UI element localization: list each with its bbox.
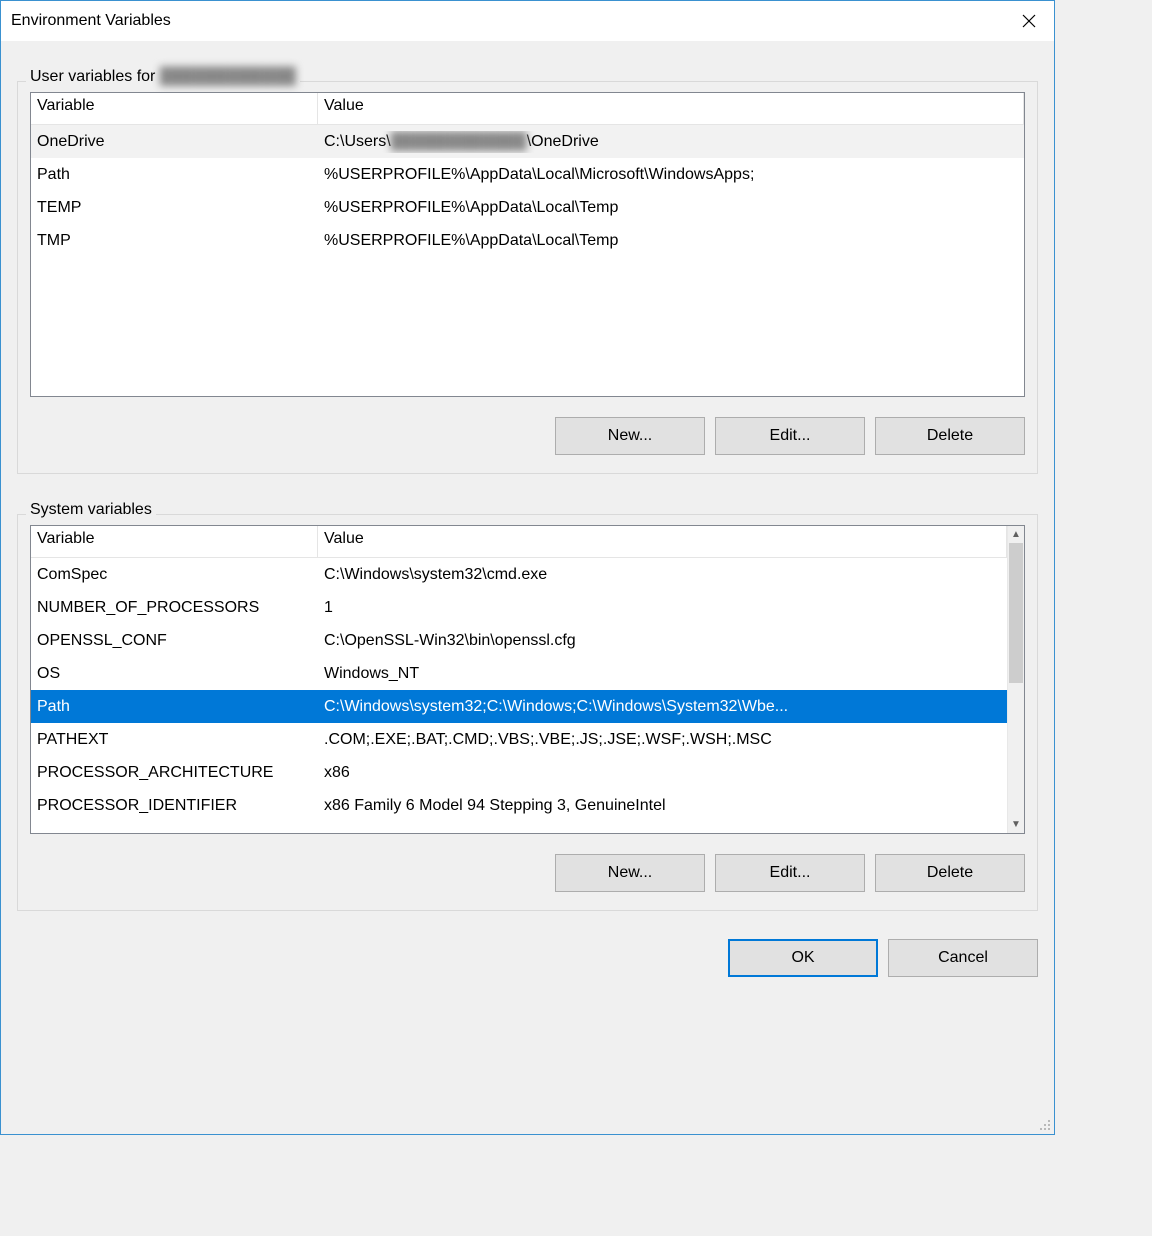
env-vars-dialog: Environment Variables User variables for… bbox=[0, 0, 1055, 1135]
user-list-header: Variable Value bbox=[31, 93, 1024, 125]
row-variable: Path bbox=[31, 696, 318, 718]
scroll-track[interactable] bbox=[1008, 543, 1024, 816]
close-icon bbox=[1022, 14, 1036, 28]
system-group-legend: System variables bbox=[26, 501, 156, 519]
system-col-variable[interactable]: Variable bbox=[31, 526, 318, 557]
row-value: C:\Windows\system32;C:\Windows;C:\Window… bbox=[318, 696, 1007, 718]
close-button[interactable] bbox=[1006, 2, 1052, 40]
table-row[interactable]: PROCESSOR_ARCHITECTUREx86 bbox=[31, 756, 1007, 789]
table-row[interactable]: PATHEXT.COM;.EXE;.BAT;.CMD;.VBS;.VBE;.JS… bbox=[31, 723, 1007, 756]
system-variables-group: System variables Variable Value ComSpecC… bbox=[17, 514, 1038, 911]
row-variable: OPENSSL_CONF bbox=[31, 630, 318, 652]
row-variable: Path bbox=[31, 164, 318, 186]
window-title: Environment Variables bbox=[11, 12, 171, 30]
user-button-row: New... Edit... Delete bbox=[30, 417, 1025, 455]
table-row[interactable]: PathC:\Windows\system32;C:\Windows;C:\Wi… bbox=[31, 690, 1007, 723]
user-new-button[interactable]: New... bbox=[555, 417, 705, 455]
table-row[interactable]: OPENSSL_CONFC:\OpenSSL-Win32\bin\openssl… bbox=[31, 624, 1007, 657]
row-variable: NUMBER_OF_PROCESSORS bbox=[31, 597, 318, 619]
row-value: .COM;.EXE;.BAT;.CMD;.VBS;.VBE;.JS;.JSE;.… bbox=[318, 729, 1007, 751]
table-row[interactable]: NUMBER_OF_PROCESSORS1 bbox=[31, 591, 1007, 624]
user-col-variable[interactable]: Variable bbox=[31, 93, 318, 124]
user-col-value[interactable]: Value bbox=[318, 93, 1024, 124]
row-variable: TEMP bbox=[31, 197, 318, 219]
user-edit-button[interactable]: Edit... bbox=[715, 417, 865, 455]
table-row[interactable]: TMP%USERPROFILE%\AppData\Local\Temp bbox=[31, 224, 1024, 257]
row-value: %USERPROFILE%\AppData\Local\Temp bbox=[318, 230, 1024, 252]
row-variable: OS bbox=[31, 663, 318, 685]
user-legend-prefix: User variables for bbox=[30, 68, 160, 85]
titlebar: Environment Variables bbox=[1, 1, 1054, 41]
system-col-value[interactable]: Value bbox=[318, 526, 1007, 557]
user-variables-list[interactable]: Variable Value OneDriveC:\Users\████████… bbox=[30, 92, 1025, 397]
row-value: 1 bbox=[318, 597, 1007, 619]
system-list-header: Variable Value bbox=[31, 526, 1007, 558]
cancel-button[interactable]: Cancel bbox=[888, 939, 1038, 977]
row-value: %USERPROFILE%\AppData\Local\Microsoft\Wi… bbox=[318, 164, 1024, 186]
table-row[interactable]: Path%USERPROFILE%\AppData\Local\Microsof… bbox=[31, 158, 1024, 191]
system-new-button[interactable]: New... bbox=[555, 854, 705, 892]
row-value: C:\Windows\system32\cmd.exe bbox=[318, 564, 1007, 586]
dialog-footer: OK Cancel bbox=[17, 939, 1038, 977]
table-row[interactable]: PROCESSOR_IDENTIFIERx86 Family 6 Model 9… bbox=[31, 789, 1007, 822]
row-value: C:\OpenSSL-Win32\bin\openssl.cfg bbox=[318, 630, 1007, 652]
row-variable: OneDrive bbox=[31, 131, 318, 153]
client-area: User variables for ████████████ Variable… bbox=[1, 41, 1054, 1134]
row-variable: PROCESSOR_IDENTIFIER bbox=[31, 795, 318, 817]
system-list-scrollbar[interactable]: ▲ ▼ bbox=[1007, 526, 1024, 833]
table-row[interactable]: OSWindows_NT bbox=[31, 657, 1007, 690]
user-delete-button[interactable]: Delete bbox=[875, 417, 1025, 455]
user-group-legend: User variables for ████████████ bbox=[26, 68, 300, 86]
system-delete-button[interactable]: Delete bbox=[875, 854, 1025, 892]
system-edit-button[interactable]: Edit... bbox=[715, 854, 865, 892]
resize-grip-icon[interactable] bbox=[1038, 1118, 1052, 1132]
row-variable: PATHEXT bbox=[31, 729, 318, 751]
system-variables-list[interactable]: Variable Value ComSpecC:\Windows\system3… bbox=[30, 525, 1025, 834]
table-row[interactable]: ComSpecC:\Windows\system32\cmd.exe bbox=[31, 558, 1007, 591]
row-variable: PROCESSOR_ARCHITECTURE bbox=[31, 762, 318, 784]
row-value: C:\Users\████████████\OneDrive bbox=[318, 131, 1024, 153]
row-variable: TMP bbox=[31, 230, 318, 252]
table-row[interactable]: TEMP%USERPROFILE%\AppData\Local\Temp bbox=[31, 191, 1024, 224]
row-value: %USERPROFILE%\AppData\Local\Temp bbox=[318, 197, 1024, 219]
scroll-up-icon[interactable]: ▲ bbox=[1008, 526, 1024, 543]
row-value: x86 bbox=[318, 762, 1007, 784]
scroll-thumb[interactable] bbox=[1009, 543, 1023, 683]
table-row[interactable]: OneDriveC:\Users\████████████\OneDrive bbox=[31, 125, 1024, 158]
system-button-row: New... Edit... Delete bbox=[30, 854, 1025, 892]
row-value: Windows_NT bbox=[318, 663, 1007, 685]
user-variables-group: User variables for ████████████ Variable… bbox=[17, 81, 1038, 474]
ok-button[interactable]: OK bbox=[728, 939, 878, 977]
scroll-down-icon[interactable]: ▼ bbox=[1008, 816, 1024, 833]
user-legend-redacted: ████████████ bbox=[160, 68, 296, 85]
row-variable: ComSpec bbox=[31, 564, 318, 586]
row-value: x86 Family 6 Model 94 Stepping 3, Genuin… bbox=[318, 795, 1007, 817]
